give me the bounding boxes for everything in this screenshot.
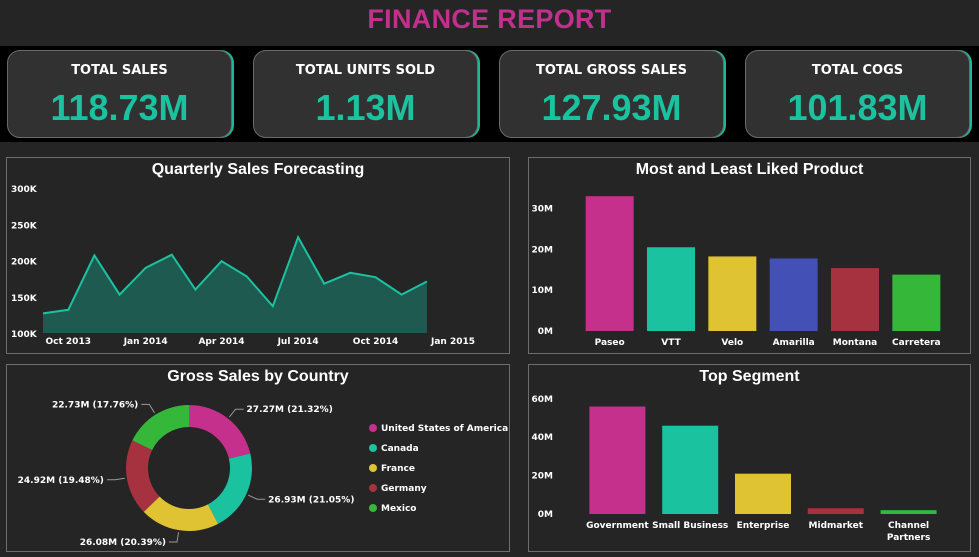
category-label: Enterprise	[737, 521, 790, 531]
leader-line	[106, 477, 125, 481]
category-label: Midmarket	[809, 521, 864, 531]
bar-small-business	[662, 425, 719, 514]
kpi-value: 101.83M	[787, 87, 928, 128]
y-tick-label: 30M	[532, 204, 554, 214]
leader-line	[141, 403, 155, 414]
slice-germany	[126, 440, 160, 512]
y-tick-label: 0M	[538, 327, 553, 337]
page-title: FINANCE REPORT	[367, 4, 612, 34]
kpi-value: 118.73M	[50, 87, 189, 128]
slice-canada	[207, 453, 253, 524]
y-tick-label: 250K	[11, 221, 38, 231]
category-label: Velo	[721, 338, 743, 348]
bar-amarilla	[769, 258, 818, 331]
y-tick-label: 300K	[11, 185, 38, 195]
data-label: 26.93M (21.05%)	[268, 495, 354, 505]
legend-label: Germany	[381, 484, 427, 494]
area-fill	[43, 237, 427, 333]
quarterly-sales-panel[interactable]: Quarterly Sales Forecasting 100K 150K 200K…	[6, 157, 510, 354]
y-tick-label: 20M	[532, 472, 554, 482]
kpi-card-total-gross-sales[interactable]: TOTAL GROSS SALES 127.93M	[499, 50, 724, 138]
x-tick-label: Apr 2014	[198, 337, 244, 347]
y-tick-label: 60M	[532, 395, 554, 405]
y-tick-label: 150K	[11, 294, 38, 304]
x-tick-label: Oct 2014	[353, 337, 398, 347]
segment-bar-chart[interactable]: 0M 20M 40M 60M Government Small Business Enter…	[529, 365, 970, 551]
liked-product-panel[interactable]: Most and Least Liked Product 0M 10M 20M 30M…	[528, 157, 971, 354]
legend-marker	[369, 464, 377, 472]
legend-marker	[369, 424, 377, 432]
legend-marker	[369, 484, 377, 492]
gross-sales-country-panel[interactable]: Gross Sales by Country 27.27M (21.32%) 26…	[6, 364, 510, 552]
top-segment-panel[interactable]: Top Segment 0M 20M 40M 60M Government Small B…	[528, 364, 971, 552]
legend-label: Mexico	[381, 504, 416, 514]
kpi-label: TOTAL COGS	[811, 63, 904, 78]
kpi-card-total-sales[interactable]: TOTAL SALES 118.73M	[7, 50, 232, 138]
bar-government	[589, 406, 646, 514]
x-tick-label: Oct 2013	[46, 337, 91, 347]
legend-label: Canada	[381, 444, 419, 454]
x-tick-label: Jul 2014	[277, 337, 319, 347]
data-label: 26.08M (20.39%)	[80, 538, 166, 548]
category-label: Carretera	[892, 338, 941, 348]
kpi-card-total-cogs[interactable]: TOTAL COGS 101.83M	[745, 50, 970, 138]
kpi-card-total-units-sold[interactable]: TOTAL UNITS SOLD 1.13M	[253, 50, 478, 138]
category-label: Partners	[887, 533, 930, 543]
x-tick-label: Jan 2015	[430, 337, 475, 347]
data-label: 22.73M (17.76%)	[52, 400, 138, 410]
leader-line	[247, 494, 266, 500]
leader-line	[228, 408, 244, 418]
slice-france	[143, 496, 219, 531]
category-label: Amarilla	[773, 338, 815, 348]
data-label: 27.27M (21.32%)	[247, 405, 333, 415]
y-tick-label: 0M	[538, 510, 553, 520]
y-tick-label: 200K	[11, 258, 38, 268]
kpi-label: TOTAL SALES	[71, 63, 168, 78]
data-label: 24.92M (19.48%)	[18, 476, 104, 486]
category-label: Montana	[833, 338, 877, 348]
y-tick-label: 100K	[11, 330, 38, 340]
bar-enterprise	[735, 473, 791, 514]
category-label: VTT	[661, 338, 681, 348]
legend-label: United States of America	[381, 424, 508, 434]
slice-united-states-of-america	[189, 405, 251, 459]
category-label: Government	[586, 521, 649, 531]
kpi-label: TOTAL GROSS SALES	[536, 63, 687, 78]
bar-channel-partners	[880, 510, 937, 514]
legend-label: France	[381, 464, 415, 474]
bar-velo	[708, 256, 757, 331]
category-label: Small Business	[652, 521, 728, 531]
donut-chart[interactable]: 27.27M (21.32%) 26.93M (21.05%) 26.08M (20…	[7, 365, 509, 551]
kpi-value: 1.13M	[315, 87, 416, 128]
slice-mexico	[132, 405, 189, 451]
x-tick-label: Jan 2014	[123, 337, 168, 347]
kpi-value: 127.93M	[541, 87, 682, 128]
legend-marker	[369, 444, 377, 452]
y-tick-label: 10M	[532, 286, 554, 296]
category-label: Channel	[888, 521, 929, 531]
category-label: Paseo	[595, 338, 625, 348]
leader-line	[168, 532, 180, 543]
y-tick-label: 20M	[532, 245, 554, 255]
bar-vtt	[647, 247, 695, 331]
product-bar-chart[interactable]: 0M 10M 20M 30M Paseo VTT Velo Amarilla Montana Ca…	[529, 158, 970, 353]
bar-paseo	[585, 196, 634, 331]
kpi-label: TOTAL UNITS SOLD	[295, 63, 436, 78]
area-chart[interactable]: 100K 150K 200K 250K 300K Oct 2013 Jan 2014 Apr …	[7, 158, 509, 353]
y-tick-label: 40M	[532, 433, 554, 443]
bar-midmarket	[807, 508, 864, 514]
bar-carretera	[892, 274, 941, 331]
bar-montana	[831, 268, 879, 331]
legend-marker	[369, 504, 377, 512]
